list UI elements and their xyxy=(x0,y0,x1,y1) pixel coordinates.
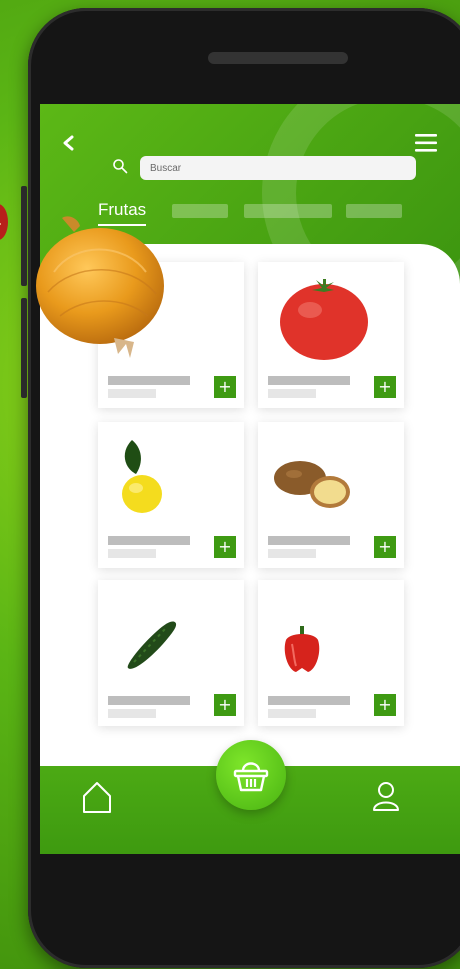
product-price-placeholder xyxy=(268,709,316,718)
search-icon xyxy=(113,159,128,174)
product-name-placeholder xyxy=(108,536,190,545)
tab-placeholder[interactable] xyxy=(172,204,228,218)
volume-button xyxy=(21,186,27,286)
power-button xyxy=(21,298,27,398)
add-to-cart-button[interactable]: + xyxy=(374,376,396,398)
add-to-cart-button[interactable]: + xyxy=(374,694,396,716)
product-price-placeholder xyxy=(108,709,156,718)
product-name-placeholder xyxy=(268,536,350,545)
product-name-placeholder xyxy=(268,376,350,385)
strawberry-decoration xyxy=(0,204,8,240)
product-name-placeholder xyxy=(108,376,190,385)
cucumber-image xyxy=(127,621,177,669)
add-to-cart-button[interactable]: + xyxy=(214,536,236,558)
phone-speaker xyxy=(208,52,348,64)
product-price-placeholder xyxy=(268,549,316,558)
user-icon[interactable] xyxy=(372,780,400,812)
onion-image xyxy=(36,216,164,358)
tab-placeholder[interactable] xyxy=(244,204,332,218)
product-price-placeholder xyxy=(108,549,156,558)
tomato-image xyxy=(280,279,368,360)
product-card[interactable]: + xyxy=(98,580,244,726)
home-icon[interactable] xyxy=(82,780,112,814)
product-card[interactable]: + xyxy=(258,262,404,408)
basket-button[interactable] xyxy=(216,740,286,810)
basket-icon xyxy=(233,762,269,792)
product-name-placeholder xyxy=(108,696,190,705)
add-to-cart-button[interactable]: + xyxy=(374,536,396,558)
red-pepper-image xyxy=(284,626,320,672)
product-price-placeholder xyxy=(268,389,316,398)
add-to-cart-button[interactable]: + xyxy=(214,694,236,716)
product-price-placeholder xyxy=(108,389,156,398)
chevron-left-icon[interactable] xyxy=(60,134,78,152)
search-input[interactable] xyxy=(140,156,416,180)
lemon-image xyxy=(122,440,162,513)
product-card[interactable]: + xyxy=(258,422,404,568)
hamburger-menu-icon[interactable] xyxy=(414,132,438,154)
tab-placeholder[interactable] xyxy=(346,204,402,218)
product-card[interactable]: + xyxy=(98,422,244,568)
product-card[interactable]: + xyxy=(258,580,404,726)
potato-image xyxy=(274,461,350,508)
add-to-cart-button[interactable]: + xyxy=(214,376,236,398)
product-name-placeholder xyxy=(268,696,350,705)
